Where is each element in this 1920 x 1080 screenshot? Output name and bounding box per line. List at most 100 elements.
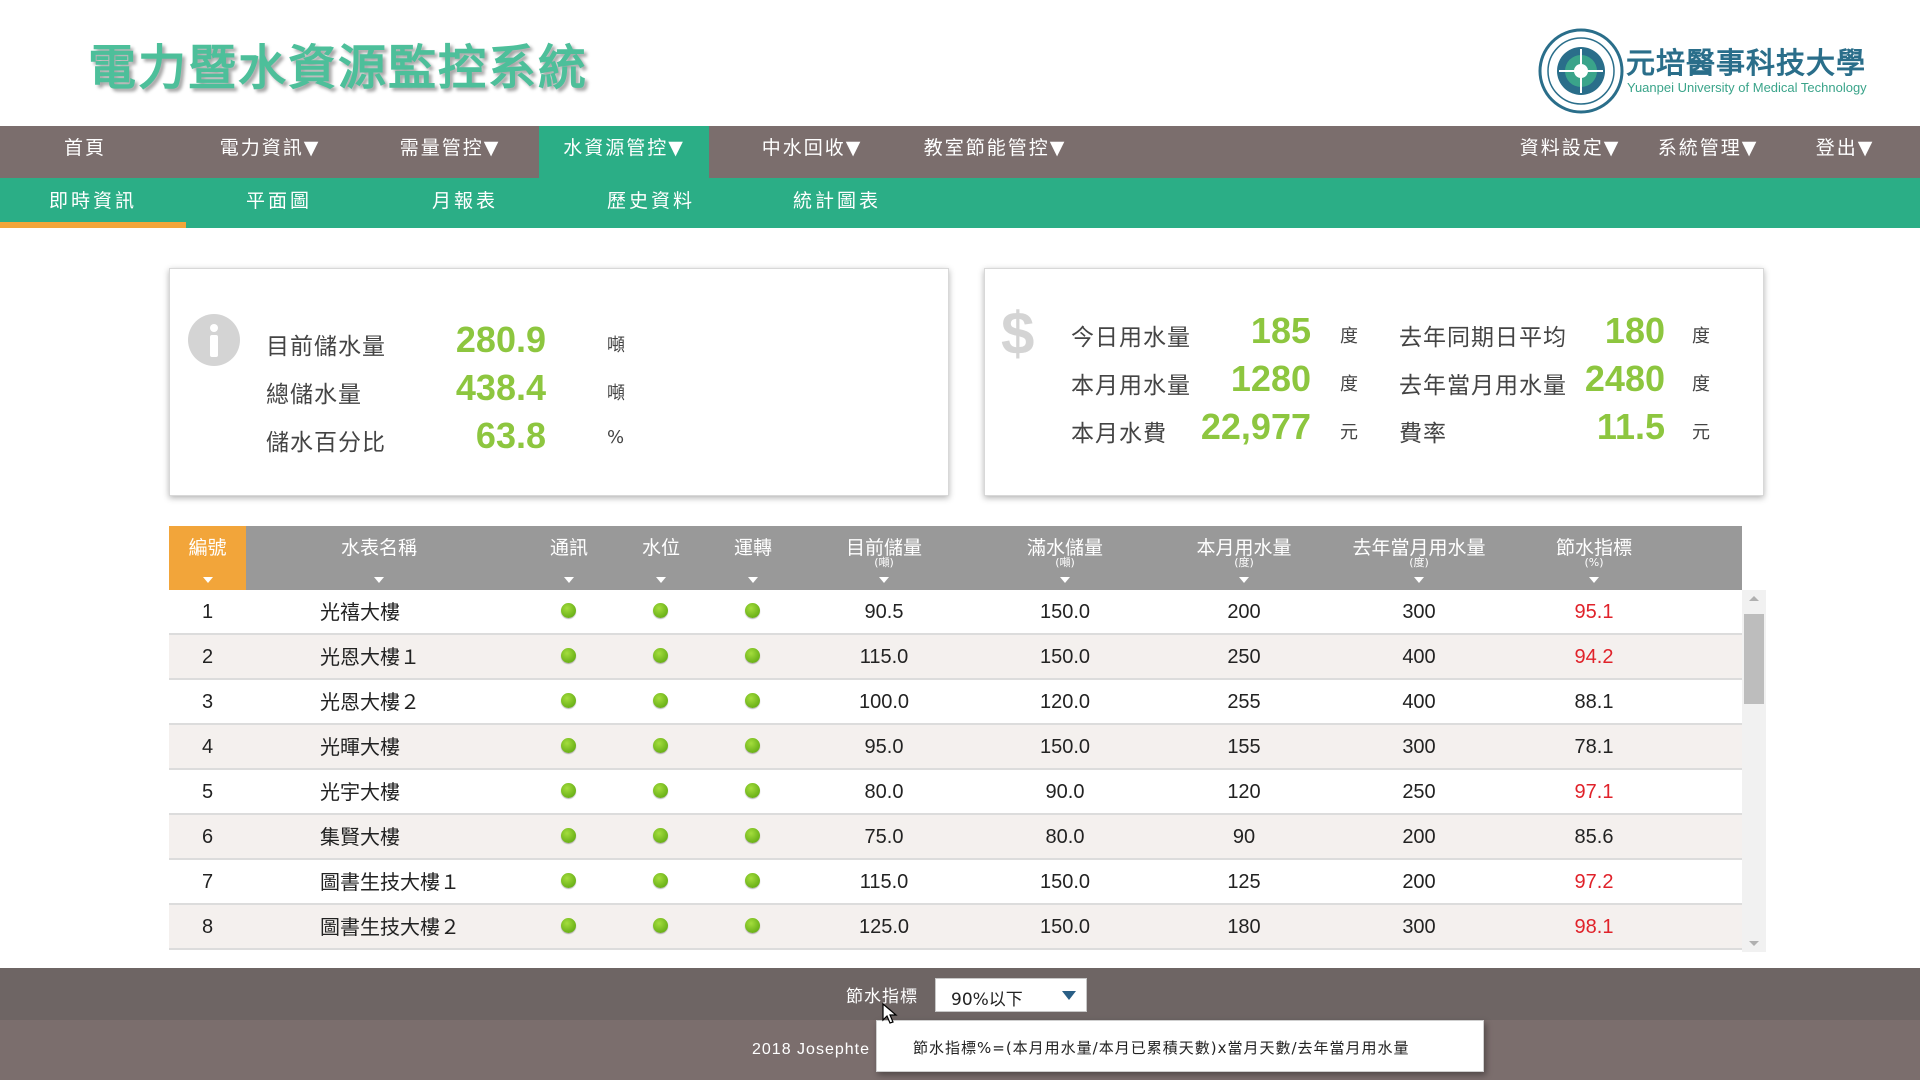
sort-down-icon [1414,577,1424,583]
cell-last-year-usage: 200 [1402,871,1436,893]
university-name-en: Yuanpei University of Medical Technology [1627,80,1867,95]
saving-index-select[interactable]: 90%以下 [935,978,1087,1012]
tab-realtime-info[interactable]: 即時資訊 [0,178,186,228]
tab-statistics-chart[interactable]: 統計圖表 [744,178,930,228]
cell-saving-index: 78.1 [1574,736,1614,758]
cell-meter-name: 集賢大樓 [320,825,400,849]
cell-saving-index: 95.1 [1574,601,1614,623]
table-row[interactable]: 7 圖書生技大樓１ 115.0 150.0 125 200 97.2 [169,860,1742,905]
stat-value-current-storage: 280.9 [455,319,546,360]
column-header-id[interactable]: 編號 [169,526,246,590]
nav-classroom-energy[interactable]: 教室節能管控▼ [910,126,1080,178]
water-level-status-icon [653,783,668,798]
cell-last-year-usage: 300 [1402,601,1436,623]
stat-label-last-year-month-usage: 去年當月用水量 [1399,373,1567,399]
tab-history[interactable]: 歷史資料 [558,178,744,228]
communication-status-icon [561,648,576,663]
stat-label-storage-percent: 儲水百分比 [266,430,386,456]
column-header-saving-index[interactable]: 節水指標 (%) [1529,526,1659,590]
nav-water-control[interactable]: 水資源管控▼ [539,126,709,178]
operation-status-icon [745,873,760,888]
cell-full-storage: 150.0 [1039,736,1091,758]
cell-current-storage: 90.5 [864,601,904,623]
column-header-current-storage[interactable]: 目前儲量 (噸) [819,526,949,590]
filter-bar: 節水指標 90%以下 [0,968,1920,1020]
water-level-status-icon [653,828,668,843]
cell-id: 1 [201,601,214,623]
nav-logout[interactable]: 登出▼ [1800,126,1890,178]
table-row[interactable]: 8 圖書生技大樓２ 125.0 150.0 180 300 98.1 [169,905,1742,950]
cell-current-storage: 80.0 [864,781,904,803]
cell-full-storage: 150.0 [1039,646,1091,668]
nav-reclaimed-water[interactable]: 中水回收▼ [742,126,882,178]
cell-full-storage: 150.0 [1039,916,1091,938]
stat-unit-storage-percent: % [607,427,625,448]
nav-home[interactable]: 首頁 [40,126,130,178]
column-header-operation[interactable]: 運轉 [721,526,785,590]
stat-value-rate: 11.5 [1596,406,1665,447]
cell-current-storage: 100.0 [858,691,910,713]
stat-value-today-usage: 185 [1250,310,1311,351]
table-header: 編號 水表名稱 通訊 水位 運轉 目前儲量 (噸) 滿水儲量 (噸) 本月用水量 (度… [169,526,1742,590]
water-level-status-icon [653,873,668,888]
stat-label-total-storage: 總儲水量 [266,382,362,408]
table-row[interactable]: 5 光宇大樓 80.0 90.0 120 250 97.1 [169,770,1742,815]
stat-label-month-fee: 本月水費 [1071,421,1167,447]
column-header-month-usage[interactable]: 本月用水量 (度) [1169,526,1319,590]
cell-id: 5 [201,781,214,803]
cell-current-storage: 95.0 [864,736,904,758]
table-row[interactable]: 2 光恩大樓１ 115.0 150.0 250 400 94.2 [169,635,1742,680]
nav-system-admin[interactable]: 系統管理▼ [1638,126,1778,178]
scroll-up-icon[interactable] [1749,596,1759,601]
operation-status-icon [745,918,760,933]
cell-last-year-usage: 200 [1402,826,1436,848]
stat-label-last-year-daily-avg: 去年同期日平均 [1399,325,1567,351]
stat-label-current-storage: 目前儲水量 [266,334,386,360]
column-header-communication[interactable]: 通訊 [537,526,601,590]
stat-unit-today-usage: 度 [1340,326,1358,347]
operation-status-icon [745,693,760,708]
sub-nav: 即時資訊 平面圖 月報表 歷史資料 統計圖表 [0,178,1920,228]
communication-status-icon [561,828,576,843]
stat-value-month-fee: 22,977 [1200,406,1311,447]
sort-down-icon [374,577,384,583]
nav-demand-control[interactable]: 需量管控▼ [380,126,520,178]
main-nav: 首頁 電力資訊▼ 需量管控▼ 水資源管控▼ 中水回收▼ 教室節能管控▼ 資料設定… [0,126,1920,178]
table-row[interactable]: 4 光暉大樓 95.0 150.0 155 300 78.1 [169,725,1742,770]
table-row[interactable]: 6 集賢大樓 75.0 80.0 90 200 85.6 [169,815,1742,860]
scroll-down-icon[interactable] [1749,941,1759,946]
sort-down-icon [879,577,889,583]
table-scrollbar[interactable] [1742,590,1766,952]
nav-power-info[interactable]: 電力資訊▼ [200,126,340,178]
cell-last-year-usage: 300 [1402,736,1436,758]
cell-month-usage: 120 [1227,781,1261,803]
communication-status-icon [561,603,576,618]
tab-monthly-report[interactable]: 月報表 [372,178,558,228]
cell-current-storage: 125.0 [858,916,910,938]
column-header-last-year-usage[interactable]: 去年當月用水量 (度) [1339,526,1499,590]
cell-meter-name: 光禧大樓 [320,600,400,624]
nav-data-settings[interactable]: 資料設定▼ [1500,126,1640,178]
cell-meter-name: 光恩大樓１ [320,645,420,669]
stat-unit-last-year-month-usage: 度 [1692,374,1710,395]
scroll-thumb[interactable] [1744,614,1764,704]
stat-value-last-year-daily-avg: 180 [1604,310,1665,351]
meter-table: 1 光禧大樓 90.5 150.0 200 300 95.1 2 光恩大樓１ 1… [169,590,1742,952]
column-header-water-level[interactable]: 水位 [629,526,693,590]
usage-summary-card: $ 今日用水量 185 度 本月用水量 1280 度 本月水費 22,977 元… [984,268,1764,496]
stat-label-month-usage: 本月用水量 [1071,373,1191,399]
tab-floor-plan[interactable]: 平面圖 [186,178,372,228]
cell-id: 4 [201,736,214,758]
table-row[interactable]: 3 光恩大樓２ 100.0 120.0 255 400 88.1 [169,680,1742,725]
cell-full-storage: 120.0 [1039,691,1091,713]
column-header-full-storage[interactable]: 滿水儲量 (噸) [1000,526,1130,590]
table-row[interactable]: 1 光禧大樓 90.5 150.0 200 300 95.1 [169,590,1742,635]
cell-last-year-usage: 400 [1402,691,1436,713]
cell-id: 2 [201,646,214,668]
column-header-meter-name[interactable]: 水表名稱 [279,526,479,590]
storage-summary-card: 目前儲水量 280.9 噸 總儲水量 438.4 噸 儲水百分比 63.8 % [169,268,949,496]
cell-full-storage: 80.0 [1045,826,1085,848]
water-level-status-icon [653,738,668,753]
stat-value-storage-percent: 63.8 [475,415,546,456]
stat-value-last-year-month-usage: 2480 [1584,358,1665,399]
